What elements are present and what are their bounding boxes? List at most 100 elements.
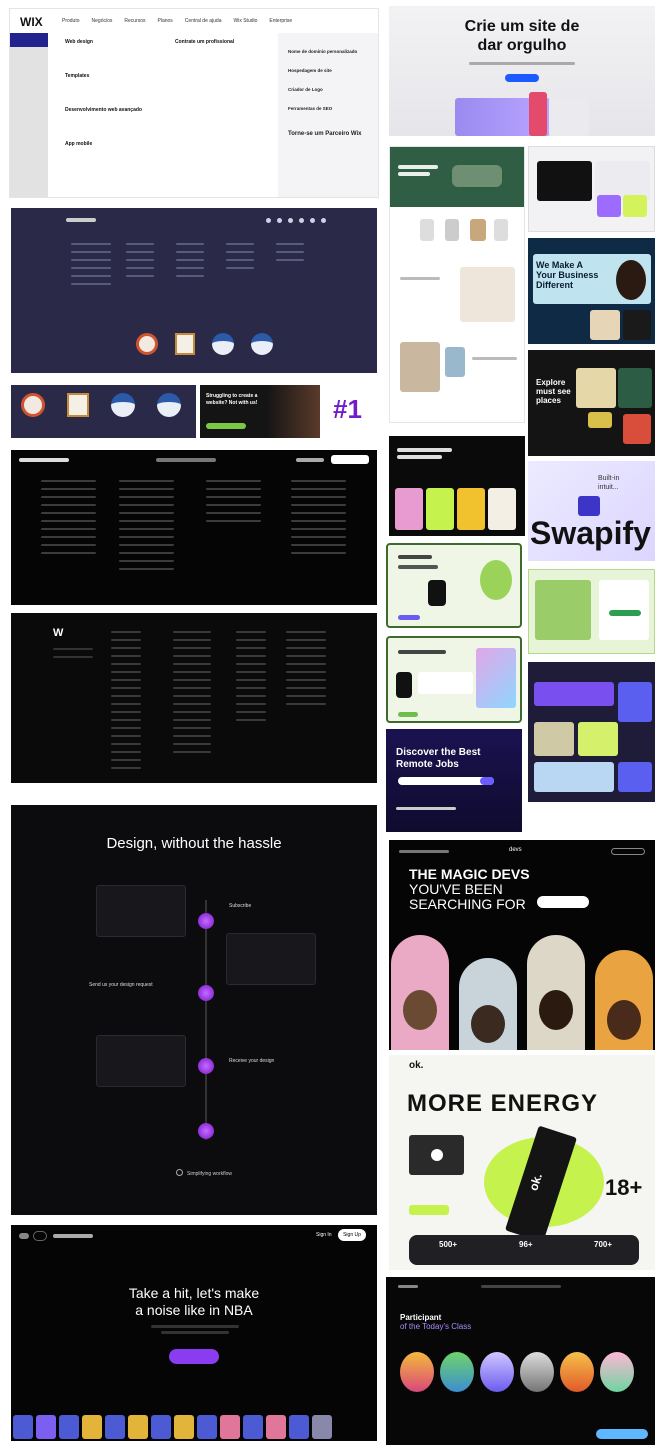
wix-promo-title: Torne-se um Parceiro Wix	[288, 131, 362, 137]
wix-nav-item[interactable]: Produto	[62, 18, 80, 24]
avatar	[600, 1352, 634, 1392]
sign-up-button[interactable]: Sign Up	[338, 1229, 366, 1241]
avatar	[440, 1352, 474, 1392]
energy-drink-site: ok. MORE ENERGY ok. 18+ 500+ 96+ 700+	[389, 1055, 655, 1270]
jobs-line1: Discover the Best	[396, 747, 481, 758]
marketing-site	[389, 436, 525, 536]
wix-nav-item[interactable]: Central de ajuda	[185, 18, 222, 24]
avatar	[151, 1415, 171, 1439]
magic-nav-button[interactable]	[611, 848, 645, 855]
wix-logo: WIX	[20, 15, 43, 29]
workflow-icon	[176, 1169, 183, 1176]
wix-menu-item[interactable]: Templates	[65, 73, 142, 79]
banner-cta-button[interactable]	[206, 423, 246, 429]
wix-sidebar-bar	[10, 33, 48, 197]
step-4-marker	[198, 1123, 214, 1139]
wix-nav-item[interactable]: Wix Studio	[234, 18, 258, 24]
purple-portfolio-site	[528, 662, 655, 802]
swapify-tag-line1: Built-in	[598, 475, 620, 482]
avatar	[400, 1352, 434, 1392]
wix-menu-right-item[interactable]: Hospedagem de site	[288, 68, 368, 73]
crie-site-hero: Crie um site de dar orgulho	[389, 6, 655, 136]
get-started-button[interactable]	[331, 455, 369, 464]
swapify-brand: Swapify	[530, 515, 651, 551]
energy-stat: 96+	[519, 1240, 533, 1249]
furniture-site	[389, 146, 525, 423]
step-3-marker	[198, 1058, 214, 1074]
participant-line1: Participant	[400, 1313, 442, 1322]
avatar	[243, 1415, 263, 1439]
award-badge-icon	[251, 333, 273, 355]
wix-nav-item[interactable]: Recursos	[124, 18, 145, 24]
award-badge-icon	[136, 333, 158, 355]
squarespace-footer	[11, 450, 377, 605]
navy-footer-screenshot	[11, 208, 377, 373]
avatar-strip	[13, 1415, 332, 1439]
nba-title-line1: Take a hit, let's make	[128, 1285, 260, 1301]
hero-title-line1: Crie um site de	[464, 18, 580, 35]
wix-menu-item[interactable]: Desenvolvimento web avançado	[65, 107, 142, 113]
participant-cta-button[interactable]	[596, 1429, 648, 1439]
avatar	[13, 1415, 33, 1439]
magic-devs-site: devs THE MAGIC DEVS YOU'VE BEEN SEARCHIN…	[389, 840, 655, 1050]
design-footer-note: Simplifying workflow	[187, 1171, 233, 1177]
avatar	[266, 1415, 286, 1439]
hero-cta-button[interactable]	[505, 74, 539, 82]
avatar	[197, 1415, 217, 1439]
participant-line2: of the Today's Class	[400, 1322, 472, 1331]
nba-cta-button[interactable]	[169, 1349, 219, 1364]
wix-menu-item[interactable]: Web design	[65, 39, 142, 45]
jobs-line2: Remote Jobs	[396, 759, 459, 770]
step-label: Subscribe	[229, 903, 252, 909]
banner-line1: Struggling to create a	[206, 393, 258, 399]
step-2-marker	[198, 985, 214, 1001]
workspace-site	[528, 569, 655, 654]
we-make-line2: Your Business	[536, 270, 599, 280]
webflow-footer: W	[11, 613, 377, 783]
energy-stat: 700+	[594, 1240, 613, 1249]
swapify-tag-line2: intuit...	[598, 484, 619, 491]
nba-section: Sign In Sign Up Take a hit, let's make a…	[11, 1225, 377, 1441]
badge-row	[136, 333, 273, 355]
energy-cta-button[interactable]	[409, 1205, 449, 1215]
sign-in-link[interactable]: Sign In	[316, 1232, 332, 1238]
award-badge-icon	[21, 393, 45, 417]
magic-line3: SEARCHING FOR	[409, 896, 526, 912]
avatar	[105, 1415, 125, 1439]
swapify-site: Built-in intuit... Swapify	[528, 461, 655, 561]
explore-line3: places	[536, 396, 561, 405]
struggling-banner: Struggling to create a website? Not with…	[200, 385, 320, 438]
step-label: Send us your design request	[89, 982, 153, 988]
award-badge-icon	[157, 393, 181, 417]
wix-nav-item[interactable]: Enterprise	[269, 18, 292, 24]
wix-menu-right-item[interactable]: Ferramentas de SEO	[288, 106, 368, 111]
magic-nav-logo: devs	[509, 847, 522, 853]
wix-menu-item[interactable]: App mobile	[65, 141, 142, 147]
fintech-app-site	[386, 543, 522, 628]
we-make-site: We Make A Your Business Different	[528, 238, 655, 344]
wix-nav-item[interactable]: Negócios	[92, 18, 113, 24]
hero-title-line2: dar orgulho	[477, 37, 567, 54]
design-title: Design, without the hassle	[106, 835, 282, 852]
magic-line1: THE MAGIC DEVS	[409, 866, 530, 882]
award-badge-icon	[212, 333, 234, 355]
step-1-marker	[198, 913, 214, 929]
wix-menu-right-item[interactable]: Nome de domínio personalizado	[288, 49, 368, 54]
wix-menu-right-item[interactable]: Criador de Logo	[288, 87, 368, 92]
award-badge-icon	[111, 393, 135, 417]
design-hassle-section: Design, without the hassle Subscribe Sen…	[11, 805, 377, 1215]
energy-logo: ok.	[409, 1060, 424, 1071]
jobs-search-button[interactable]	[480, 777, 494, 785]
wix-menu-screenshot: WIX Produto Negócios Recursos Planos Cen…	[9, 8, 379, 198]
wix-menu-mid[interactable]: Contrate um profissional	[175, 39, 234, 45]
magic-line2: YOU'VE BEEN	[409, 881, 503, 897]
avatar	[128, 1415, 148, 1439]
energy-stat: 500+	[439, 1240, 458, 1249]
play-icon[interactable]	[431, 1149, 443, 1161]
we-make-line3: Different	[536, 280, 574, 290]
avatar	[174, 1415, 194, 1439]
magic-cta-button[interactable]	[537, 896, 589, 908]
wix-nav-item[interactable]: Planos	[158, 18, 173, 24]
participant-site: Participant of the Today's Class	[386, 1277, 655, 1445]
avatar	[289, 1415, 309, 1439]
